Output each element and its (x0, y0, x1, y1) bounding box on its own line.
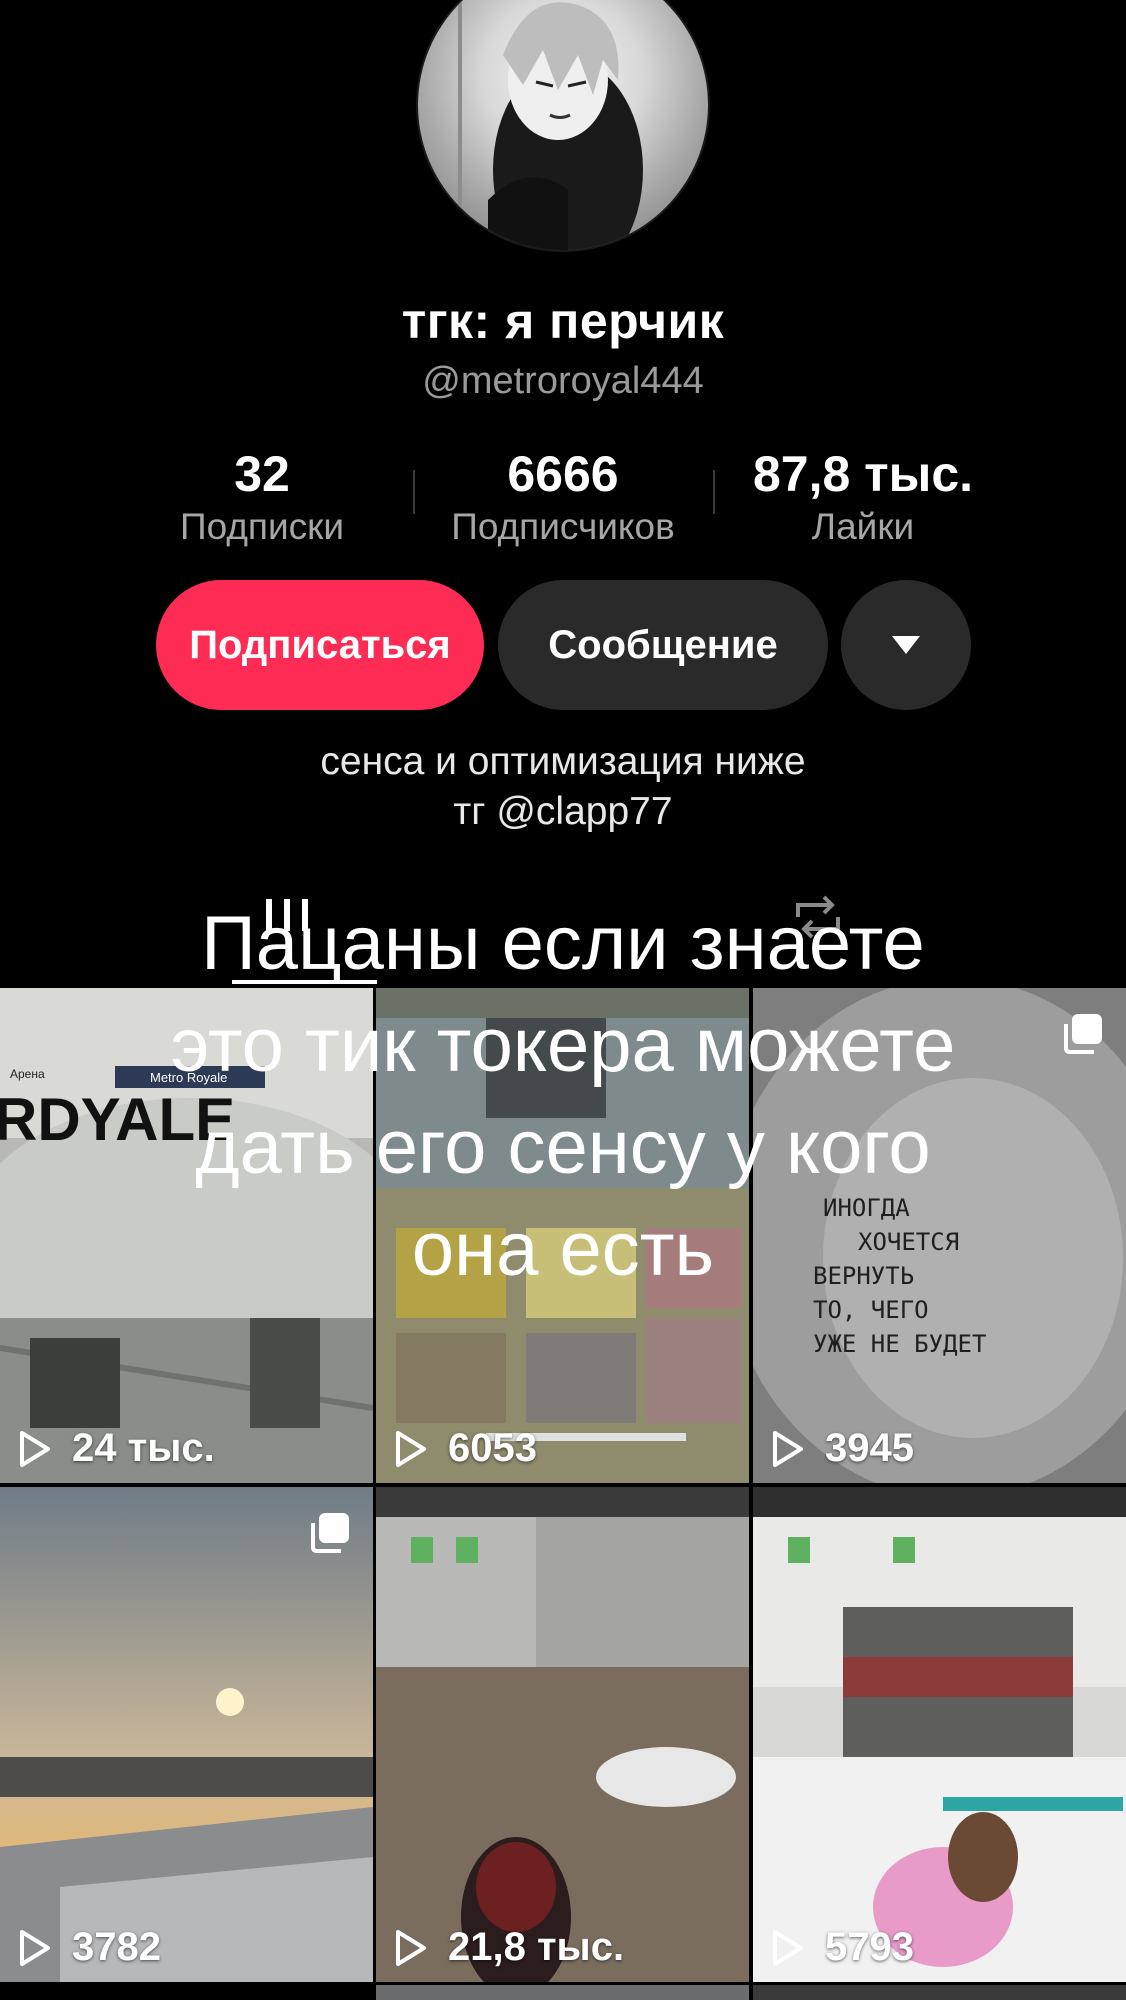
wall-text: ИНОГДА (823, 1194, 910, 1222)
stat-followers-label: Подписчиков (451, 506, 675, 547)
video-thumbnail[interactable] (753, 1985, 1126, 2000)
video-thumbnail[interactable]: ИНОГДА ХОЧЕТСЯ ВЕРНУТЬ ТО, ЧЕГО УЖЕ НЕ Б… (753, 988, 1126, 1483)
stat-following[interactable]: 32 Подписки (122, 448, 402, 552)
stat-likes-label: Лайки (811, 506, 915, 547)
video-thumbnail[interactable]: Арена Metro Royale RDYALE 24 тыс. (0, 988, 373, 1483)
play-icon (20, 1929, 50, 1966)
thumb-text-arena: Арена (10, 1067, 45, 1081)
view-count-label: 3782 (72, 1925, 161, 1969)
play-icon (773, 1430, 803, 1467)
video-preview-image: Арена Metro Royale RDYALE (0, 988, 373, 1483)
username: @metroroyal444 (422, 360, 704, 402)
video-preview-image (0, 1487, 373, 1982)
avatar-illustration (458, 0, 643, 250)
play-icon (396, 1430, 426, 1467)
video-thumbnail[interactable]: 6053 (376, 988, 749, 1483)
video-thumbnail[interactable]: 5793 (753, 1487, 1126, 1982)
tab-videos[interactable] (262, 895, 312, 940)
view-count-label: 21,8 тыс. (448, 1925, 625, 1969)
view-count: 3782 (18, 1925, 161, 1970)
video-thumbnail[interactable] (376, 1985, 749, 2000)
video-preview-image (376, 988, 749, 1483)
stat-followers-count: 6666 (507, 446, 619, 502)
bio-line-1: сенса и оптимизация ниже (320, 740, 806, 783)
multi-photo-icon (311, 1513, 349, 1553)
view-count-label: 5793 (825, 1925, 914, 1969)
follow-button[interactable]: Подписаться (156, 580, 484, 710)
stat-likes-count: 87,8 тыс. (752, 446, 974, 502)
play-icon (773, 1929, 803, 1966)
stat-likes[interactable]: 87,8 тыс. Лайки (723, 448, 1003, 552)
wall-text: ХОЧЕТСЯ (858, 1228, 959, 1256)
stat-followers[interactable]: 6666 Подписчиков (423, 448, 703, 552)
multi-photo-icon (1064, 1014, 1102, 1054)
caption-line: Пацаны если знаете (201, 901, 925, 986)
stat-divider (413, 470, 415, 514)
play-icon (396, 1929, 426, 1966)
tab-reposts[interactable] (790, 895, 846, 944)
video-preview-image: ИНОГДА ХОЧЕТСЯ ВЕРНУТЬ ТО, ЧЕГО УЖЕ НЕ Б… (753, 988, 1126, 1483)
video-preview-image (376, 1487, 749, 1982)
thumb-text-metro: Metro Royale (150, 1070, 227, 1085)
grid-icon (266, 899, 308, 931)
wall-text: УЖЕ НЕ БУДЕТ (813, 1330, 986, 1358)
repost-icon (796, 895, 840, 939)
wall-text: ТО, ЧЕГО (813, 1296, 929, 1324)
view-count: 24 тыс. (18, 1426, 215, 1471)
view-count-label: 24 тыс. (72, 1426, 215, 1470)
thumb-text-royale: RDYALE (0, 1086, 235, 1153)
bio-line-2: тг @clapp77 (453, 790, 673, 833)
view-count-label: 3945 (825, 1426, 914, 1470)
view-count: 6053 (394, 1426, 537, 1471)
message-button[interactable]: Сообщение (498, 580, 828, 710)
display-name: тгк: я перчик (401, 293, 725, 349)
video-thumbnail[interactable]: 21,8 тыс. (376, 1487, 749, 1982)
view-count: 3945 (771, 1426, 914, 1471)
profile-avatar[interactable] (418, 0, 708, 250)
play-icon (20, 1430, 50, 1467)
stat-following-label: Подписки (179, 506, 344, 547)
more-options-button[interactable] (841, 580, 971, 710)
wall-text: ВЕРНУТЬ (813, 1262, 914, 1290)
view-count-label: 6053 (448, 1426, 537, 1470)
stat-following-count: 32 (234, 446, 290, 502)
tab-active-indicator (232, 980, 377, 984)
video-preview-image (753, 1487, 1126, 1982)
view-count: 5793 (771, 1925, 914, 1970)
chevron-down-icon (892, 636, 920, 654)
stat-divider (713, 470, 715, 514)
video-thumbnail[interactable]: 3782 (0, 1487, 373, 1982)
view-count: 21,8 тыс. (394, 1925, 624, 1970)
